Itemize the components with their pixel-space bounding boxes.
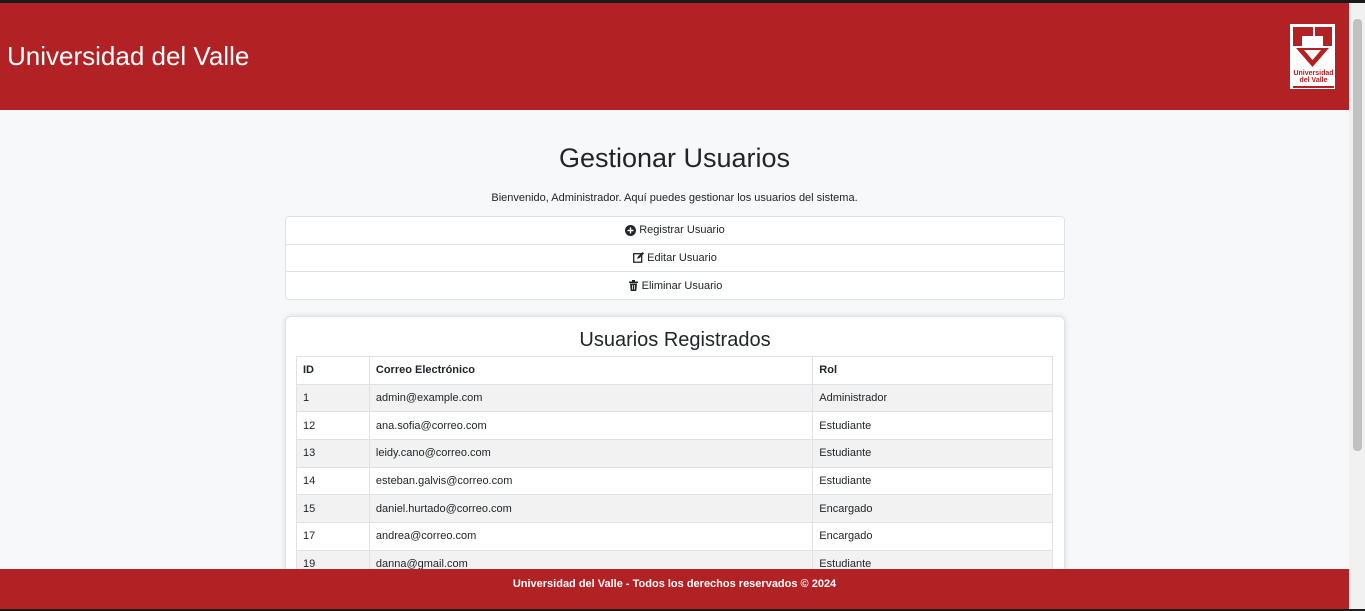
table-row: 1 admin@example.com Administrador [296, 383, 1053, 413]
table-row: 14 esteban.galvis@correo.com Estudiante [296, 466, 1053, 496]
cell-email: admin@example.com [368, 383, 814, 413]
table-header-row: ID Correo Electrónico Rol [296, 356, 1053, 385]
table-row: 15 daniel.hurtado@correo.com Encargado [296, 494, 1053, 524]
site-footer: Universidad del Valle - Todos los derech… [0, 569, 1349, 609]
cell-email: andrea@correo.com [368, 522, 814, 551]
page: Universidad del Valle Universidad del Va… [0, 3, 1349, 609]
cell-id: 14 [296, 466, 370, 496]
edit-user-label: Editar Usuario [647, 251, 717, 264]
cell-role: Encargado [812, 494, 1053, 524]
users-card-title: Usuarios Registrados [579, 329, 771, 351]
cell-id: 13 [296, 439, 370, 468]
column-header-id: ID [296, 356, 370, 385]
trash-icon [628, 280, 639, 292]
page-title: Gestionar Usuarios [558, 143, 791, 173]
users-table: ID Correo Electrónico Rol 1 admin@exampl… [296, 356, 1053, 579]
cell-id: 12 [296, 411, 370, 441]
logo-text-line2: del Valle [1299, 77, 1328, 84]
register-user-label: Registrar Usuario [639, 224, 725, 237]
cell-id: 17 [296, 522, 370, 551]
register-user-button[interactable]: Registrar Usuario [286, 217, 1064, 245]
welcome-message: Bienvenido, Administrador. Aquí puedes g… [491, 192, 858, 204]
cell-email: esteban.galvis@correo.com [368, 466, 814, 496]
cell-email: ana.sofia@correo.com [368, 411, 814, 441]
footer-text: Universidad del Valle - Todos los derech… [512, 578, 837, 590]
column-header-email: Correo Electrónico [368, 356, 814, 385]
logo-emblem-icon [1292, 26, 1333, 68]
table-row: 13 leidy.cano@correo.com Estudiante [296, 439, 1053, 468]
cell-role: Estudiante [812, 439, 1053, 468]
cell-role: Estudiante [812, 466, 1053, 496]
edit-user-button[interactable]: Editar Usuario [286, 245, 1064, 272]
logo-underline [1293, 86, 1334, 88]
column-header-role: Rol [812, 356, 1053, 385]
cell-id: 15 [296, 494, 370, 524]
cell-email: daniel.hurtado@correo.com [368, 494, 814, 524]
site-header: Universidad del Valle Universidad del Va… [0, 3, 1349, 110]
cell-role: Administrador [812, 383, 1053, 413]
plus-circle-icon [625, 224, 637, 236]
univalle-logo: Universidad del Valle [1289, 23, 1336, 90]
cell-email: leidy.cano@correo.com [368, 439, 814, 468]
scrollbar-thumb[interactable] [1353, 19, 1362, 451]
users-card: Usuarios Registrados ID Correo Electróni… [285, 316, 1065, 609]
delete-user-button[interactable]: Eliminar Usuario [286, 272, 1064, 300]
site-title: Universidad del Valle [7, 41, 250, 71]
table-row: 17 andrea@correo.com Encargado [296, 522, 1053, 551]
cell-id: 1 [296, 383, 370, 413]
delete-user-label: Eliminar Usuario [641, 279, 723, 292]
edit-icon [633, 252, 645, 264]
logo-text-line1: Universidad [1293, 70, 1334, 77]
table-row: 12 ana.sofia@correo.com Estudiante [296, 411, 1053, 441]
cell-role: Encargado [812, 522, 1053, 551]
vertical-scrollbar[interactable] [1349, 3, 1365, 609]
cell-role: Estudiante [812, 411, 1053, 441]
actions-list: Registrar Usuario Editar Usuario Elimina… [285, 216, 1065, 300]
